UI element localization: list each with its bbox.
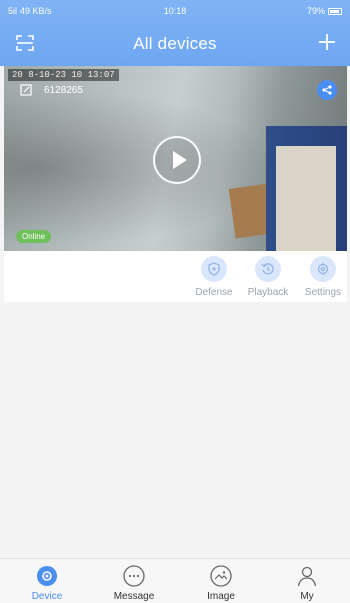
bottom-tab-bar: Device Message Image My [0, 558, 350, 603]
message-icon [123, 565, 145, 587]
camera-card: 20 8-10-23 10 13:07 6128265 Online Defen… [4, 66, 347, 302]
defense-circle [201, 256, 227, 282]
plus-icon [319, 34, 335, 50]
status-time: 10:18 [163, 6, 187, 16]
device-tab-icon [34, 563, 60, 589]
tab-message[interactable]: Message [99, 563, 169, 602]
camera-preview[interactable]: 20 8-10-23 10 13:07 6128265 Online [4, 66, 347, 251]
tab-my[interactable]: My [272, 563, 342, 602]
preview-shelf-inner [276, 146, 336, 251]
camera-actions: Defense Playback Settings [4, 256, 347, 302]
battery-percent: 79% [306, 6, 325, 16]
playback-circle [255, 256, 281, 282]
share-icon [322, 85, 332, 95]
video-timestamp: 20 8-10-23 10 13:07 [8, 69, 119, 81]
image-tab-label: Image [207, 591, 235, 602]
status-bar: 5il 49 KB/s 10:18 79% [0, 0, 350, 20]
status-right: 79% [307, 6, 342, 16]
image-icon [210, 565, 232, 587]
add-device-button[interactable] [316, 31, 338, 53]
play-button[interactable] [153, 136, 201, 184]
page-title: All devices [133, 34, 217, 53]
user-tab-icon [294, 563, 320, 589]
image-tab-icon [208, 563, 234, 589]
shield-icon [208, 262, 220, 276]
defense-button[interactable]: Defense [186, 256, 242, 298]
user-icon [297, 566, 317, 587]
tab-device[interactable]: Device [12, 563, 82, 602]
app-header: 5il 49 KB/s 10:18 79% All devices [0, 0, 350, 66]
share-button[interactable] [317, 80, 337, 100]
history-icon [261, 263, 274, 275]
camera-name-row: 6128265 [20, 84, 83, 96]
online-status-badge: Online [16, 230, 52, 243]
playback-label: Playback [247, 287, 289, 298]
gear-icon [317, 262, 329, 276]
device-tab-label: Device [31, 591, 63, 602]
settings-circle [310, 256, 336, 282]
tab-image[interactable]: Image [186, 563, 256, 602]
edit-icon[interactable] [20, 84, 32, 96]
battery-icon [328, 7, 342, 15]
message-tab-icon [121, 563, 147, 589]
settings-button[interactable]: Settings [295, 256, 350, 298]
playback-button[interactable]: Playback [240, 256, 296, 298]
settings-label: Settings [304, 287, 342, 298]
defense-label: Defense [195, 287, 233, 298]
my-tab-label: My [300, 591, 314, 602]
camera-name: 6128265 [44, 84, 83, 96]
device-icon [37, 566, 57, 586]
message-tab-label: Message [113, 591, 155, 602]
title-row: All devices [0, 20, 350, 66]
